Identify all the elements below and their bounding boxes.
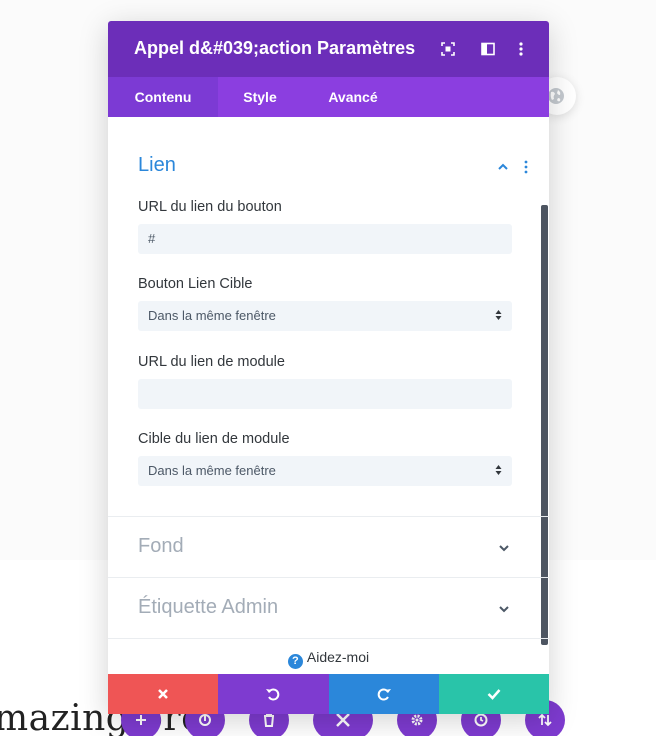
chevron-down-icon[interactable] [497,602,511,616]
redo-button[interactable] [328,674,439,714]
fullscreen-icon [441,42,455,56]
tab-content[interactable]: Contenu [108,77,218,117]
button-target-label: Bouton Lien Cible [138,276,253,292]
power-icon [199,714,211,726]
close-icon [336,713,350,727]
button-target-value: Dans la même fenêtre [148,308,276,323]
module-target-select[interactable]: Dans la même fenêtre [138,456,512,486]
globe-icon [548,88,564,104]
gear-icon [411,714,423,726]
module-target-value: Dans la même fenêtre [148,463,276,478]
section-title-lien[interactable]: Lien [138,154,176,177]
chevron-down-icon[interactable] [497,541,511,555]
kebab-menu-icon [519,42,523,56]
modal-title: Appel d&#039;action Paramètres [134,38,416,58]
close-icon [158,689,169,699]
chevron-up-icon[interactable] [496,160,510,174]
fullscreen-button[interactable] [438,39,458,59]
module-url-input[interactable] [138,379,512,409]
settings-modal: Appel d&#039;action Paramètres Contenu S… [108,21,549,714]
modal-options-button[interactable] [511,39,531,59]
check-icon [487,689,501,700]
sort-arrows-icon [538,713,552,727]
help-link[interactable]: ? Aidez-moi [108,649,549,669]
modal-scrollbar[interactable] [541,205,548,645]
tab-advanced[interactable]: Avancé [302,77,404,117]
section-divider [108,577,549,578]
save-button[interactable] [438,674,549,714]
module-url-label: URL du lien de module [138,354,285,370]
modal-tabs: Contenu Style Avancé [108,77,549,117]
undo-icon [266,688,280,701]
section-title-fond[interactable]: Fond [138,535,184,558]
button-url-label: URL du lien du bouton [138,199,282,215]
undo-button[interactable] [218,674,329,714]
trash-icon [264,713,274,727]
select-arrows-icon [495,310,502,320]
section-divider [108,516,549,517]
tab-style[interactable]: Style [218,77,302,117]
button-target-select[interactable]: Dans la même fenêtre [138,301,512,331]
module-target-label: Cible du lien de module [138,431,290,447]
columns-icon [481,42,495,56]
plus-icon [136,715,146,725]
modal-body: Lien URL du lien du bouton # Bouton Lien… [108,117,549,672]
question-icon: ? [287,654,303,669]
section-divider [108,638,549,639]
button-url-input[interactable]: # [138,224,512,254]
clock-icon [474,713,488,727]
modal-footer [108,674,549,714]
select-arrows-icon [495,465,502,475]
section-title-admin-label[interactable]: Étiquette Admin [138,596,278,619]
redo-icon [377,688,391,701]
section-options-icon[interactable] [524,160,528,174]
help-label: Aidez-moi [306,649,370,665]
discard-button[interactable] [108,674,219,714]
split-view-button[interactable] [478,39,498,59]
modal-header: Appel d&#039;action Paramètres [108,21,549,77]
